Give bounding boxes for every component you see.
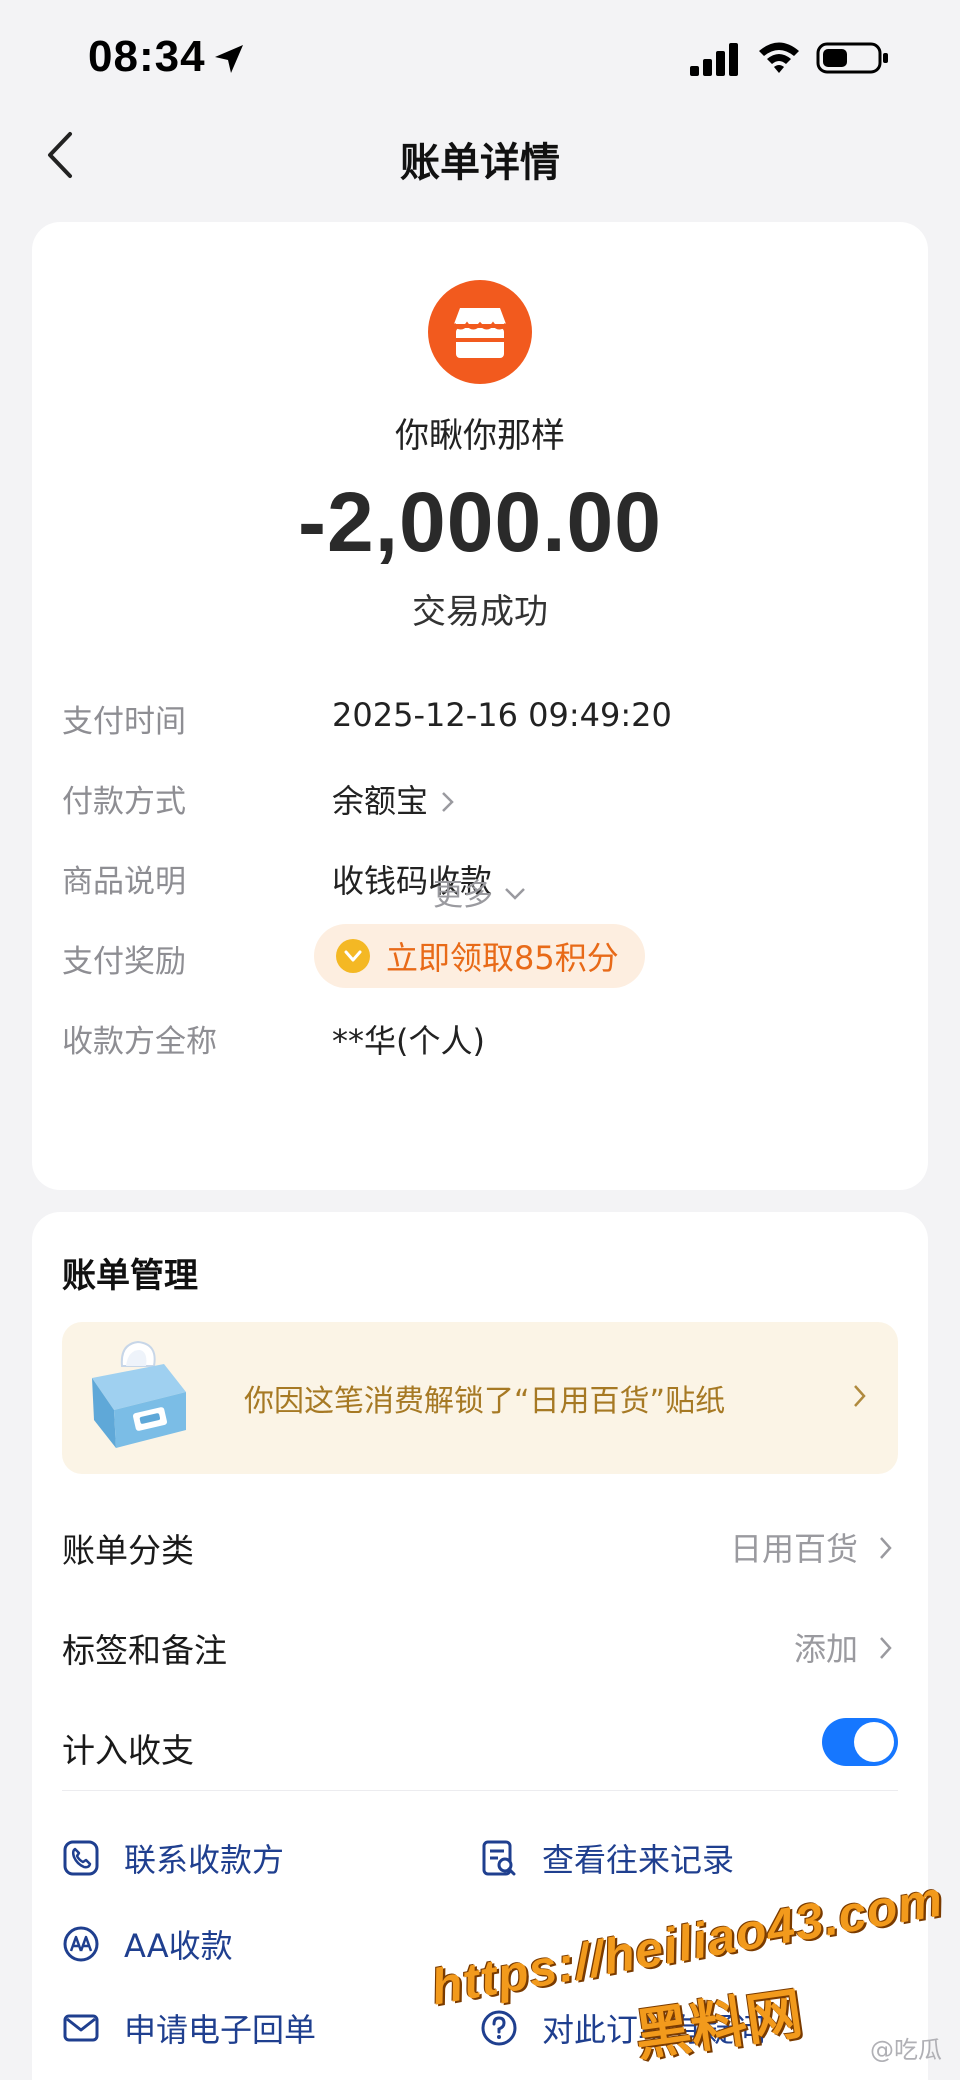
- detail-label: 收款方全称: [62, 1024, 217, 1060]
- detail-label: 支付奖励: [62, 944, 186, 980]
- aa-icon: [63, 1926, 99, 1962]
- coin-icon: [336, 939, 370, 973]
- nav-bar: 账单详情: [0, 110, 960, 200]
- chevron-right-icon: [880, 1537, 892, 1559]
- tags-notes-value: 添加: [793, 1630, 858, 1668]
- bill-category-label: 账单分类: [62, 1531, 194, 1570]
- count-in-budget-label: 计入收支: [62, 1731, 194, 1770]
- count-in-budget-row: 计入收支: [62, 1706, 898, 1786]
- count-in-budget-toggle[interactable]: [822, 1718, 898, 1766]
- chevron-right-icon: [854, 1385, 866, 1407]
- e-receipt-button[interactable]: 申请电子回单: [62, 1998, 316, 2058]
- tags-notes-label: 标签和备注: [62, 1631, 227, 1670]
- transaction-status: 交易成功: [412, 592, 548, 632]
- phone-icon: [63, 1840, 99, 1876]
- more-button[interactable]: 更多: [32, 870, 928, 914]
- battery-icon: [816, 42, 888, 74]
- section-title: 账单管理: [62, 1256, 198, 1296]
- chevron-down-icon: [505, 888, 525, 900]
- payment-method-value[interactable]: 余额宝: [332, 782, 428, 820]
- detail-label: 付款方式: [62, 784, 186, 820]
- tissue-box-sticker-icon: [92, 1340, 186, 1448]
- detail-value[interactable]: 余额宝: [332, 776, 456, 822]
- chevron-right-icon: [442, 792, 454, 812]
- merchant-name: 你瞅你那样: [395, 416, 565, 456]
- detail-value: **华(个人): [332, 1022, 485, 1060]
- merchant-avatar: [428, 280, 532, 384]
- bill-detail-screen: 08:34 账单详情 你瞅你那样 -2,000.00 交易成功 支付时间 202…: [0, 0, 960, 2080]
- records-icon: [482, 1840, 516, 1876]
- location-arrow-icon: [215, 45, 243, 73]
- bill-category-value: 日用百货: [729, 1530, 858, 1568]
- contact-payee-button[interactable]: 联系收款方: [62, 1828, 284, 1888]
- claim-points-button[interactable]: 立即领取85积分: [314, 924, 645, 988]
- sticker-unlock-banner[interactable]: 你因这笔消费解锁了“日用百货”贴纸: [62, 1322, 898, 1474]
- detail-value: 2025-12-16 09:49:20: [332, 696, 672, 734]
- bill-summary-card: 你瞅你那样 -2,000.00 交易成功 支付时间 2025-12-16 09:…: [32, 222, 928, 1190]
- status-bar: 08:34: [0, 0, 960, 120]
- transaction-amount: -2,000.00: [298, 475, 662, 569]
- divider: [62, 1790, 898, 1791]
- e-receipt-label: 申请电子回单: [124, 2011, 317, 2049]
- aa-collect-button[interactable]: AA收款: [62, 1914, 233, 1974]
- cellular-signal-icon: [690, 43, 738, 76]
- detail-label: 支付时间: [62, 704, 186, 740]
- detail-row-payment-method[interactable]: 付款方式 余额宝: [62, 768, 902, 828]
- question-icon: [481, 2010, 517, 2046]
- view-records-label: 查看往来记录: [542, 1841, 735, 1879]
- more-label: 更多: [433, 878, 493, 913]
- status-time: 08:34: [88, 32, 206, 81]
- page-title: 账单详情: [400, 140, 560, 186]
- contact-payee-label: 联系收款方: [124, 1841, 285, 1879]
- weibo-watermark: @吃瓜: [870, 2036, 942, 2064]
- tags-notes-row[interactable]: 标签和备注 添加: [62, 1606, 898, 1686]
- detail-row-reward: 支付奖励 立即领取85积分: [62, 924, 902, 988]
- bill-category-row[interactable]: 账单分类 日用百货: [62, 1506, 898, 1586]
- sticker-unlock-text: 你因这笔消费解锁了“日用百货”贴纸: [244, 1384, 726, 1419]
- detail-row-payee: 收款方全称 **华(个人): [62, 1008, 902, 1068]
- toggle-knob: [854, 1722, 894, 1762]
- view-records-button[interactable]: 查看往来记录: [480, 1828, 734, 1888]
- detail-row-pay-time: 支付时间 2025-12-16 09:49:20: [62, 688, 902, 748]
- aa-collect-label: AA收款: [124, 1927, 233, 1965]
- storefront-icon: [452, 308, 508, 358]
- mail-icon: [63, 2014, 99, 2042]
- claim-points-label: 立即领取85积分: [386, 939, 619, 977]
- chevron-right-icon: [880, 1637, 892, 1659]
- wifi-icon: [759, 42, 799, 73]
